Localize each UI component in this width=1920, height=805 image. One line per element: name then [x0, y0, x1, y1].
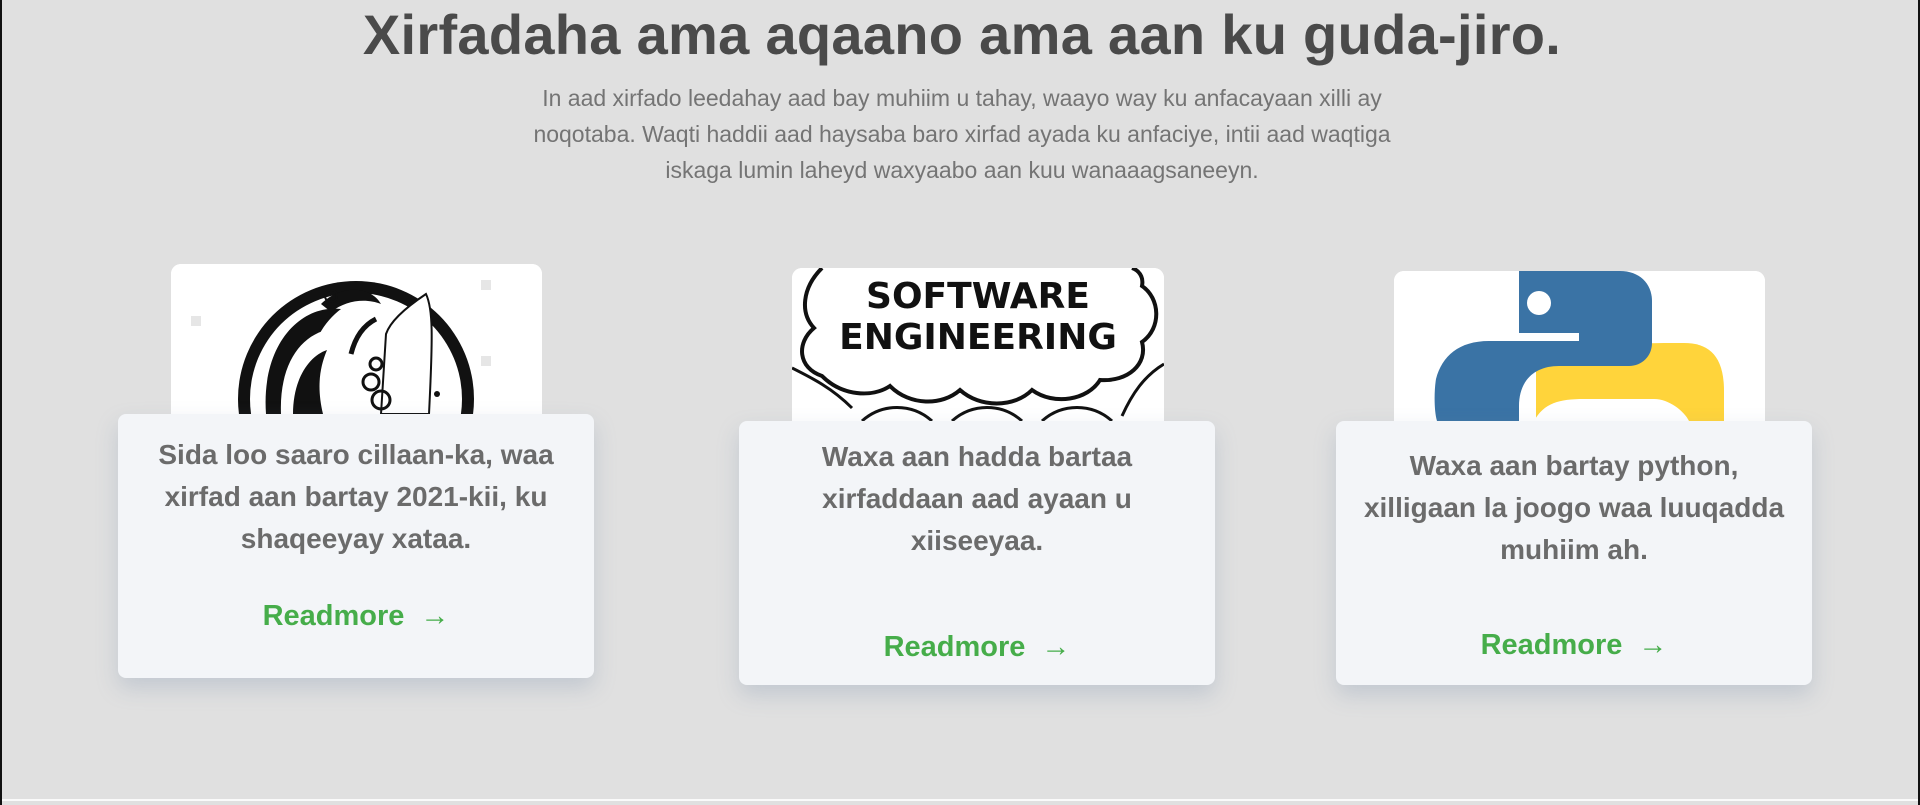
readmore-link[interactable]: Readmore → — [739, 631, 1215, 664]
arrow-right-icon: → — [1638, 629, 1668, 661]
skill-card-body: Waxa aan bartay python, xilligaan la joo… — [1336, 421, 1812, 685]
readmore-link[interactable]: Readmore → — [118, 600, 594, 633]
readmore-label: Readmore — [883, 631, 1026, 663]
henna-image — [171, 264, 542, 414]
page-title: Xirfadaha ama aqaano ama aan ku guda-jir… — [362, 3, 1562, 66]
image-caption-line2: ENGINEERING — [839, 317, 1117, 358]
readmore-label: Readmore — [262, 600, 405, 632]
page-subtitle: In aad xirfado leedahay aad bay muhiim u… — [533, 85, 1391, 183]
arrow-right-icon: → — [1041, 631, 1071, 663]
image-caption-line1: SOFTWARE — [866, 276, 1090, 317]
readmore-label: Readmore — [1480, 629, 1623, 661]
card-description: Waxa aan hadda bartaa xirfaddaan aad aya… — [821, 441, 1133, 556]
cloud-icon: SOFTWARE ENGINEERING — [792, 268, 1164, 421]
python-logo-icon — [1394, 271, 1765, 421]
skill-card-body: Sida loo saaro cillaan-ka, waa xirfad aa… — [118, 414, 594, 678]
readmore-link[interactable]: Readmore → — [1336, 629, 1812, 662]
python-image — [1394, 271, 1765, 421]
card-description: Waxa aan bartay python, xilligaan la joo… — [1363, 450, 1785, 565]
henna-circle-icon — [171, 264, 542, 414]
arrow-right-icon: → — [420, 600, 450, 632]
card-description: Sida loo saaro cillaan-ka, waa xirfad aa… — [158, 439, 554, 554]
skill-card-body: Waxa aan hadda bartaa xirfaddaan aad aya… — [739, 421, 1215, 685]
software-engineering-image: SOFTWARE ENGINEERING — [792, 268, 1164, 421]
page-bottom-edge — [2, 799, 1918, 801]
